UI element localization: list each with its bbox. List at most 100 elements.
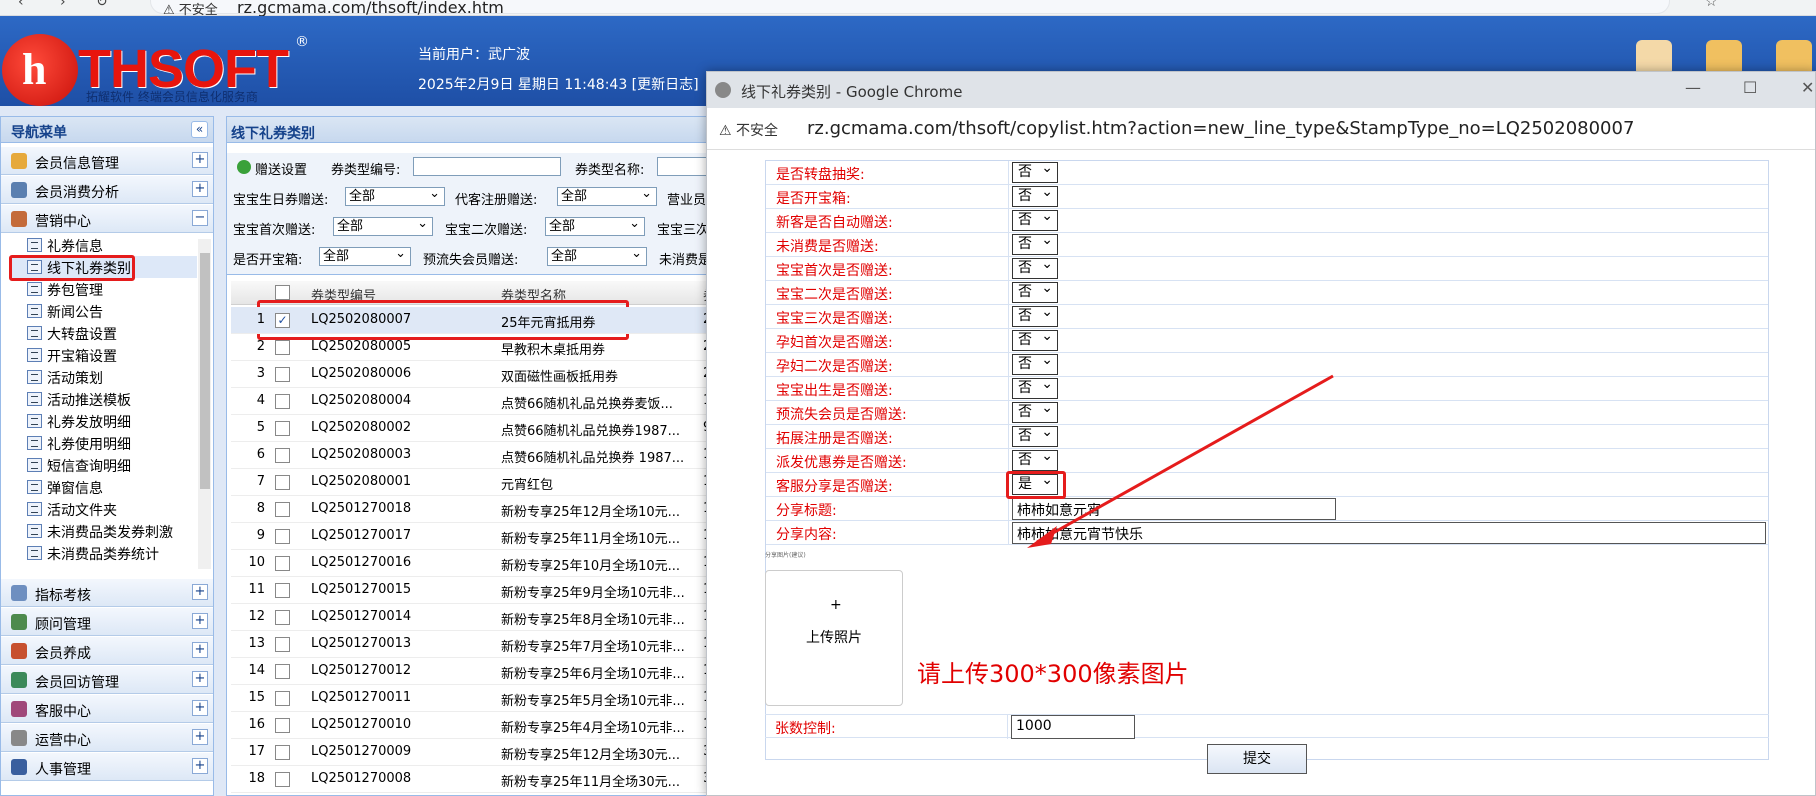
yes-no-select[interactable]: 否 (1012, 279, 1058, 303)
expand-icon[interactable]: + (192, 181, 208, 197)
table-row[interactable]: 12LQ2501270014新粉专享25年8月全场10元非...1 (231, 604, 745, 631)
table-row[interactable]: 3LQ2502080006双面磁性画板抵用券2 (231, 361, 745, 388)
nav-section-marketing[interactable]: 营销中心 − (1, 205, 213, 233)
row-checkbox[interactable] (275, 340, 290, 355)
coupon-type-code: LQ2501270017 (311, 528, 412, 543)
reload-icon[interactable]: ↻ (96, 0, 108, 10)
yes-no-select[interactable]: 否 (1012, 159, 1058, 183)
expand-icon[interactable]: + (192, 584, 208, 600)
table-row[interactable]: 14LQ2501270012新粉专享25年6月全场10元非...1 (231, 658, 745, 685)
table-row[interactable]: 13LQ2501270013新粉专享25年7月全场10元非...1 (231, 631, 745, 658)
type-no-input[interactable] (413, 157, 561, 176)
baby-second-select[interactable]: 全部 (545, 215, 645, 236)
nav-section-kpi[interactable]: 指标考核 + (1, 579, 213, 607)
table-row[interactable]: 18LQ2501270008新粉专享25年11月全场30元...3 (231, 766, 745, 793)
url-text[interactable]: rz.gcmama.com/thsoft/index.htm (237, 0, 504, 17)
baby-first-select[interactable]: 全部 (333, 215, 433, 236)
yes-no-select[interactable]: 否 (1012, 255, 1058, 279)
table-row[interactable]: 16LQ2501270010新粉专享25年4月全场10元非...1 (231, 712, 745, 739)
minimize-icon[interactable]: — (1685, 78, 1701, 97)
table-row[interactable]: 7LQ2502080001元宵红包1 (231, 469, 745, 496)
row-checkbox[interactable] (275, 448, 290, 463)
row-checkbox[interactable] (275, 502, 290, 517)
row-checkbox[interactable] (275, 691, 290, 706)
expand-icon[interactable]: + (192, 758, 208, 774)
nav-section-consume-analysis[interactable]: 会员消费分析 + (1, 176, 213, 204)
nav-section-advisor[interactable]: 顾问管理 + (1, 608, 213, 636)
table-row[interactable]: 10LQ2501270016新粉专享25年10月全场10元...1 (231, 550, 745, 577)
limit-input[interactable]: 1000 (1011, 715, 1135, 739)
row-checkbox[interactable] (275, 475, 290, 490)
gift-setting-button[interactable]: 赠送设置 (255, 159, 307, 178)
yes-no-select[interactable]: 否 (1012, 231, 1058, 255)
yes-no-select[interactable]: 否 (1012, 207, 1058, 231)
coupon-type-code: LQ2502080006 (311, 366, 412, 381)
submit-button[interactable]: 提交 (1207, 744, 1307, 774)
forward-icon[interactable]: › (60, 0, 66, 10)
table-row[interactable]: 4LQ2502080004点赞66随机礼品兑换券麦饭...1 (231, 388, 745, 415)
coupon-type-code: LQ2501270012 (311, 663, 412, 678)
row-checkbox[interactable] (275, 394, 290, 409)
row-checkbox[interactable] (275, 637, 290, 652)
row-checkbox[interactable] (275, 718, 290, 733)
collapse-icon[interactable]: − (192, 210, 208, 226)
row-checkbox[interactable] (275, 556, 290, 571)
field-label: 客服分享是否赠送: (776, 479, 893, 495)
expand-icon[interactable]: + (192, 152, 208, 168)
expand-icon[interactable]: + (192, 613, 208, 629)
nav-section-operations[interactable]: 运营中心 + (1, 724, 213, 752)
scrollbar-thumb[interactable] (200, 253, 210, 489)
address-bar[interactable]: ⚠ 不安全 rz.gcmama.com/thsoft/index.htm (150, 0, 1670, 18)
security-indicator[interactable]: ⚠ 不安全 (719, 120, 778, 140)
table-row[interactable]: 17LQ2501270009新粉专享25年12月全场30元...3 (231, 739, 745, 766)
form-row: 孕妇首次是否赠送: 否 (766, 327, 1768, 353)
sidebar-header: 导航菜单 « (1, 117, 213, 143)
table-row[interactable]: 2LQ2502080005早教积木桌抵用券2 (231, 334, 745, 361)
document-icon (27, 480, 42, 494)
nav-section-member-growth[interactable]: 会员养成 + (1, 637, 213, 665)
table-row[interactable]: 6LQ2502080003点赞66随机礼品兑换券 1987...1 (231, 442, 745, 469)
row-number: 6 (256, 447, 265, 462)
collapse-icon[interactable]: « (191, 121, 208, 138)
close-icon[interactable]: ✕ (1801, 78, 1814, 97)
yes-no-select[interactable]: 否 (1012, 303, 1058, 327)
table-row[interactable]: 15LQ2501270011新粉专享25年5月全场10元非...1 (231, 685, 745, 712)
select-all-checkbox[interactable] (275, 285, 290, 300)
row-checkbox[interactable] (275, 421, 290, 436)
nav-section-hr[interactable]: 人事管理 + (1, 753, 213, 781)
table-row[interactable]: 8LQ2501270018新粉专享25年12月全场10元...1 (231, 496, 745, 523)
upload-photo-button[interactable]: + 上传照片 (765, 570, 903, 706)
maximize-icon[interactable]: ☐ (1743, 78, 1757, 97)
expand-icon[interactable]: + (192, 729, 208, 745)
row-checkbox[interactable] (275, 583, 290, 598)
expand-icon[interactable]: + (192, 700, 208, 716)
table-row[interactable]: 9LQ2501270017新粉专享25年11月全场10元...1 (231, 523, 745, 550)
agent-reg-select[interactable]: 全部 (557, 185, 657, 206)
row-checkbox[interactable] (275, 772, 290, 787)
form-row: 新客是否自动赠送: 否 (766, 207, 1768, 233)
table-row[interactable]: 5LQ2502080002点赞66随机礼品兑换券1987...9 (231, 415, 745, 442)
row-checkbox[interactable] (275, 529, 290, 544)
back-icon[interactable]: ‹ (18, 0, 24, 10)
row-checkbox[interactable] (275, 367, 290, 382)
row-checkbox[interactable]: ✓ (275, 313, 290, 328)
nav-section-member-info[interactable]: 会员信息管理 + (1, 147, 213, 175)
yes-no-select[interactable]: 否 (1012, 327, 1058, 351)
row-checkbox[interactable] (275, 610, 290, 625)
table-row[interactable]: 1✓LQ250208000725年元宵抵用券2 (231, 307, 745, 334)
nav-section-member-visit[interactable]: 会员回访管理 + (1, 666, 213, 694)
churn-select[interactable]: 全部 (547, 245, 647, 266)
yes-no-select[interactable]: 否 (1012, 183, 1058, 207)
expand-icon[interactable]: + (192, 671, 208, 687)
table-row[interactable]: 11LQ2501270015新粉专享25年9月全场10元非...1 (231, 577, 745, 604)
coupon-type-code: LQ2501270015 (311, 582, 412, 597)
nav-section-service[interactable]: 客服中心 + (1, 695, 213, 723)
baby-bday-select[interactable]: 全部 (345, 185, 445, 206)
treasure-select[interactable]: 全部 (319, 245, 411, 266)
bookmark-star-icon[interactable]: ☆ (1705, 0, 1718, 10)
expand-icon[interactable]: + (192, 642, 208, 658)
popup-url[interactable]: rz.gcmama.com/thsoft/copylist.htm?action… (807, 118, 1634, 139)
row-checkbox[interactable] (275, 745, 290, 760)
coupon-type-code: LQ2501270010 (311, 717, 412, 732)
row-checkbox[interactable] (275, 664, 290, 679)
